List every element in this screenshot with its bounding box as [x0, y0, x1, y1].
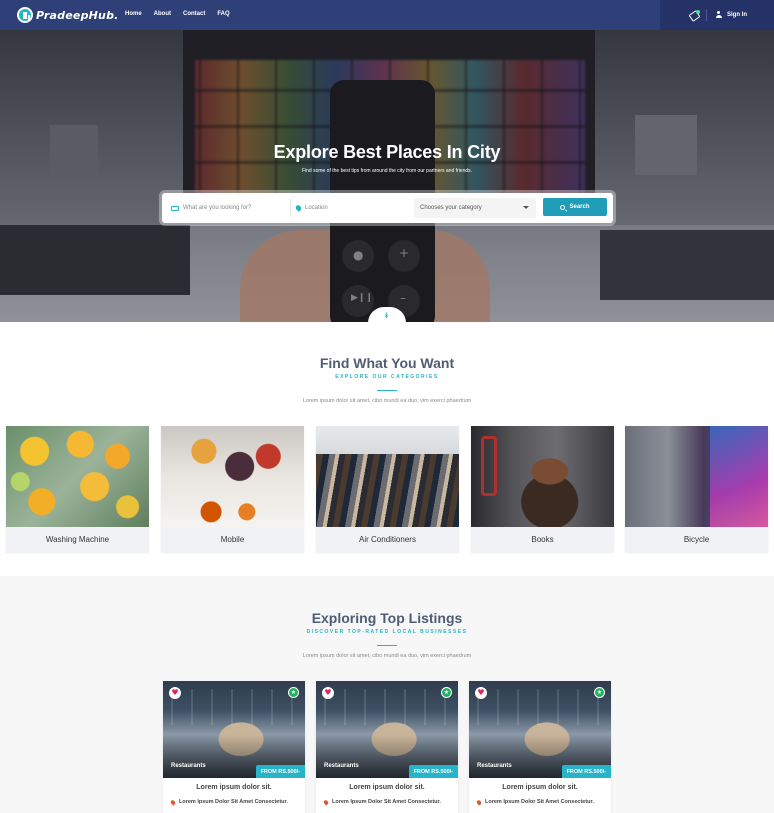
listings-title: Exploring Top Listings: [311, 610, 463, 626]
listing-address-text: Lorem Ipsum Dolor Sit Amet Consectetur.: [332, 799, 441, 805]
star-badge-icon: ★: [594, 687, 605, 698]
price-badge: FROM RS.500/-: [561, 765, 611, 778]
category-card-bicycle[interactable]: Bicycle: [625, 426, 768, 552]
category-image: [6, 426, 149, 527]
categories-title: Find What You Want: [319, 355, 455, 371]
listing-address: Lorem Ipsum Dolor Sit Amet Consectetur.: [169, 798, 303, 806]
listing-address-text: Lorem Ipsum Dolor Sit Amet Consectetur.: [485, 799, 594, 805]
location-pin-icon: [322, 798, 330, 806]
category-image: [625, 426, 768, 527]
search-what-placeholder: What are you looking for?: [183, 205, 252, 211]
category-image: [471, 426, 614, 527]
category-image: [316, 426, 459, 527]
sign-in-label: Sign In: [727, 11, 747, 18]
search-icon: [560, 204, 566, 210]
star-badge-icon: ★: [288, 687, 299, 698]
favorite-button[interactable]: ♥: [169, 687, 181, 699]
listings-kicker: DISCOVER TOP-RATED LOCAL BUSINESSES: [306, 629, 468, 635]
keyboard-icon: [171, 205, 179, 211]
search-location-field[interactable]: Location: [294, 193, 406, 223]
category-image-detail: [710, 426, 768, 527]
category-image-detail: [481, 436, 497, 496]
category-card-washing-machine[interactable]: Washing Machine: [6, 426, 149, 552]
category-label: Mobile: [220, 535, 245, 544]
star-icon: ★: [290, 688, 297, 696]
listing-card[interactable]: ♥ ★ Restaurants FROM RS.500/- Lorem ipsu…: [469, 681, 611, 813]
listing-address-text: Lorem Ipsum Dolor Sit Amet Consectetur.: [179, 799, 288, 805]
category-select[interactable]: Chooses your category: [414, 198, 536, 218]
caret-down-icon: [523, 206, 529, 209]
nav-link-faq[interactable]: FAQ: [217, 11, 229, 17]
listing-image-detail: [477, 689, 603, 725]
listing-card[interactable]: ♥ ★ Restaurants FROM RS.500/- Lorem ipsu…: [163, 681, 305, 813]
tag-icon[interactable]: [688, 10, 700, 20]
categories-kicker: EXPLORE OUR CATEGORIES: [335, 374, 439, 380]
hero-title: Explore Best Places In City: [273, 142, 501, 162]
price-badge: FROM RS.500/-: [408, 765, 458, 778]
location-pin-icon: [475, 798, 483, 806]
brand-logo-icon: [17, 7, 33, 23]
favorite-button[interactable]: ♥: [475, 687, 487, 699]
listing-category[interactable]: Restaurants: [477, 763, 512, 769]
section-divider: [377, 390, 397, 391]
categories-description: Lorem ipsum dolor sit amet, cibo mundi e…: [302, 398, 472, 404]
brand-name: PradeepHub.: [36, 8, 119, 22]
search-location-placeholder: Location: [305, 205, 328, 211]
search-button-label: Search: [569, 204, 590, 210]
nav-link-about[interactable]: About: [154, 11, 171, 17]
nav-link-contact[interactable]: Contact: [183, 11, 205, 17]
nav-divider: [706, 9, 707, 21]
price-label: FROM RS.500/-: [260, 768, 300, 775]
hero-subtitle: Find some of the best tips from around t…: [301, 168, 473, 174]
listing-category[interactable]: Restaurants: [171, 763, 206, 769]
favorite-button[interactable]: ♥: [322, 687, 334, 699]
category-image-detail: [316, 426, 459, 454]
category-card-books[interactable]: Books: [471, 426, 614, 552]
chevron-double-down-icon[interactable]: ↡: [383, 312, 390, 320]
category-image: [161, 426, 304, 527]
category-label: Washing Machine: [45, 535, 110, 544]
listing-title[interactable]: Lorem ipsum dolor sit.: [316, 784, 458, 791]
brand-logo[interactable]: PradeepHub.: [17, 6, 119, 24]
star-icon: ★: [443, 688, 450, 696]
listings-description: Lorem ipsum dolor sit amet, cibo mundi e…: [302, 653, 472, 659]
price-label: FROM RS.500/-: [413, 768, 453, 775]
heart-icon: ♥: [171, 688, 179, 697]
location-pin-icon: [294, 204, 303, 212]
price-badge: FROM RS.500/-: [255, 765, 305, 778]
search-separator: [290, 199, 291, 217]
listing-title[interactable]: Lorem ipsum dolor sit.: [163, 784, 305, 791]
listing-title[interactable]: Lorem ipsum dolor sit.: [469, 784, 611, 791]
category-card-mobile[interactable]: Mobile: [161, 426, 304, 552]
price-label: FROM RS.500/-: [566, 768, 606, 775]
listing-address: Lorem Ipsum Dolor Sit Amet Consectetur.: [322, 798, 456, 806]
nav-link-home[interactable]: Home: [125, 11, 142, 17]
listing-category[interactable]: Restaurants: [324, 763, 359, 769]
hero-banner: ● + ▶❙❙ – Explore Best Places In City Fi…: [0, 30, 774, 322]
category-label: Bicycle: [683, 535, 710, 544]
star-badge-icon: ★: [441, 687, 452, 698]
search-what-field[interactable]: What are you looking for?: [171, 193, 289, 223]
heart-icon: ♥: [324, 688, 332, 697]
category-label: Air Conditioners: [359, 535, 416, 544]
location-pin-icon: [169, 798, 177, 806]
navbar: PradeepHub. Home About Contact FAQ: [0, 0, 774, 30]
sign-in-button[interactable]: Sign In: [715, 11, 747, 18]
category-select-value: Chooses your category: [420, 205, 482, 211]
main-nav: Home About Contact FAQ: [125, 11, 230, 17]
search-bar: What are you looking for? Location Choos…: [162, 193, 613, 223]
category-card-air-conditioners[interactable]: Air Conditioners: [316, 426, 459, 552]
category-label: Books: [531, 535, 554, 544]
listing-image-detail: [324, 689, 450, 725]
listing-address: Lorem Ipsum Dolor Sit Amet Consectetur.: [475, 798, 609, 806]
section-divider: [377, 645, 397, 646]
hero-overlay: [0, 30, 774, 322]
user-icon: [715, 11, 722, 18]
heart-icon: ♥: [477, 688, 485, 697]
listing-image-detail: [171, 689, 297, 725]
listing-card[interactable]: ♥ ★ Restaurants FROM RS.500/- Lorem ipsu…: [316, 681, 458, 813]
star-icon: ★: [596, 688, 603, 696]
search-button[interactable]: Search: [543, 198, 607, 216]
